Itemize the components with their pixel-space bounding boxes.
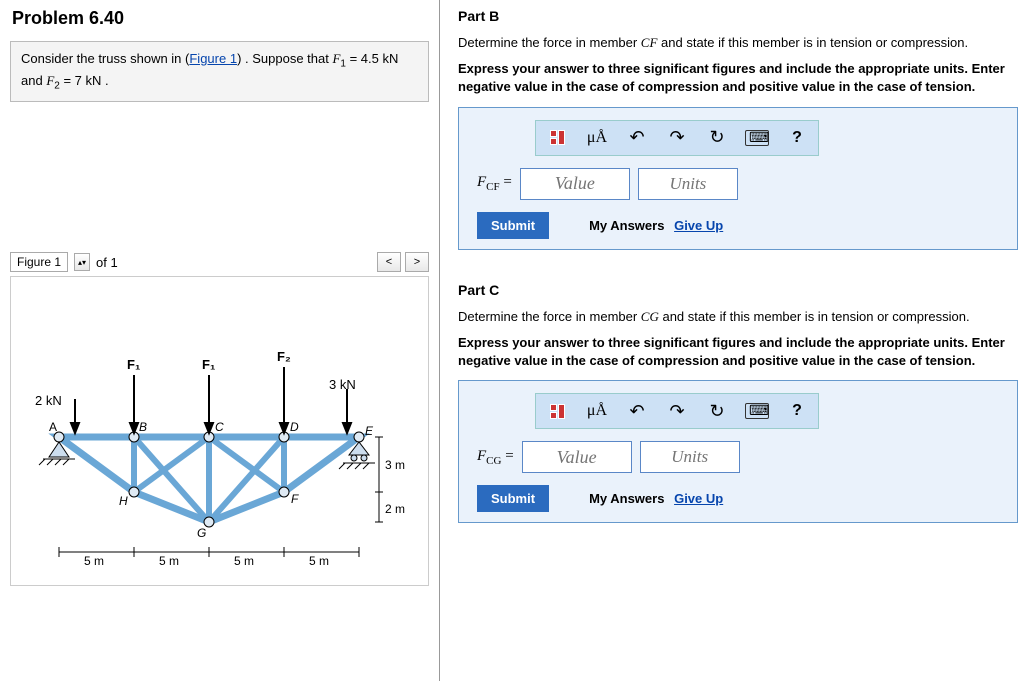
- svg-text:D: D: [290, 420, 299, 434]
- part-b-value-input[interactable]: [520, 168, 630, 200]
- svg-text:F₂: F₂: [277, 349, 291, 364]
- svg-text:G: G: [197, 526, 206, 540]
- part-c-variable: FCG =: [477, 448, 514, 467]
- my-answers-label: My Answers: [589, 491, 664, 506]
- svg-text:E: E: [365, 424, 374, 438]
- figure-of: of 1: [96, 255, 118, 270]
- keyboard-icon[interactable]: [742, 125, 772, 151]
- my-answers-label: My Answers: [589, 218, 664, 233]
- part-b-instruction: Express your answer to three significant…: [458, 60, 1018, 96]
- svg-text:A: A: [49, 420, 57, 434]
- reset-icon[interactable]: [702, 125, 732, 151]
- part-b-units-input[interactable]: [638, 168, 738, 200]
- svg-text:B: B: [139, 420, 147, 434]
- part-c-giveup-link[interactable]: Give Up: [674, 491, 723, 506]
- part-b-submit-button[interactable]: Submit: [477, 212, 549, 239]
- svg-text:3 kN: 3 kN: [329, 377, 356, 392]
- figure-toolbar: Figure 1 ▴▾ of 1 < >: [10, 252, 429, 272]
- keyboard-icon[interactable]: [742, 398, 772, 424]
- truss-diagram: 2 kN F₁ F₁ F₂ 3 kN A B C D E H G F 3 m: [29, 327, 429, 587]
- part-c-units-input[interactable]: [640, 441, 740, 473]
- part-c-submit-button[interactable]: Submit: [477, 485, 549, 512]
- problem-panel: Problem 6.40 Consider the truss shown in…: [0, 0, 440, 681]
- figure-canvas: 2 kN F₁ F₁ F₂ 3 kN A B C D E H G F 3 m: [10, 276, 429, 586]
- svg-text:5 m: 5 m: [159, 554, 179, 568]
- svg-text:H: H: [119, 494, 128, 508]
- figure-spinner[interactable]: ▴▾: [74, 253, 90, 271]
- part-c-value-input[interactable]: [522, 441, 632, 473]
- part-c-answers-area: My Answers Give Up: [589, 491, 723, 506]
- part-c-question: Determine the force in member CG and sta…: [458, 308, 1018, 326]
- part-c-submit-row: Submit My Answers Give Up: [477, 485, 999, 512]
- figure-link[interactable]: Figure 1: [189, 51, 237, 66]
- units-icon[interactable]: μÅ: [582, 125, 612, 151]
- svg-text:C: C: [215, 420, 224, 434]
- redo-icon[interactable]: [662, 125, 692, 151]
- part-b-toolbar: μÅ: [535, 120, 819, 156]
- problem-context: Consider the truss shown in (Figure 1) .…: [10, 41, 429, 102]
- part-c-instruction: Express your answer to three significant…: [458, 334, 1018, 370]
- undo-icon[interactable]: [622, 398, 652, 424]
- part-b-answer-box: μÅ FCF = Submit My Answers Give Up: [458, 107, 1018, 250]
- svg-text:2 m: 2 m: [385, 502, 405, 516]
- problem-title: Problem 6.40: [10, 8, 429, 29]
- svg-text:3 m: 3 m: [385, 458, 405, 472]
- units-icon[interactable]: μÅ: [582, 398, 612, 424]
- part-b-variable: FCF =: [477, 174, 512, 193]
- figure-next-button[interactable]: >: [405, 252, 429, 272]
- svg-text:5 m: 5 m: [309, 554, 329, 568]
- svg-text:2 kN: 2 kN: [35, 393, 62, 408]
- svg-text:F₁: F₁: [202, 357, 215, 372]
- part-b-question: Determine the force in member CF and sta…: [458, 34, 1018, 52]
- svg-text:F: F: [291, 492, 299, 506]
- part-b-answers-area: My Answers Give Up: [589, 218, 723, 233]
- help-icon[interactable]: [782, 398, 812, 424]
- part-c-title: Part C: [458, 282, 1018, 298]
- undo-icon[interactable]: [622, 125, 652, 151]
- template-icon[interactable]: [542, 125, 572, 151]
- redo-icon[interactable]: [662, 398, 692, 424]
- part-c-answer-box: μÅ FCG = Submit My Answers Give Up: [458, 380, 1018, 523]
- figure-prev-button[interactable]: <: [377, 252, 401, 272]
- part-c-toolbar: μÅ: [535, 393, 819, 429]
- svg-text:5 m: 5 m: [234, 554, 254, 568]
- part-b-giveup-link[interactable]: Give Up: [674, 218, 723, 233]
- part-c-equation-row: FCG =: [477, 441, 999, 473]
- reset-icon[interactable]: [702, 398, 732, 424]
- part-b-equation-row: FCF =: [477, 168, 999, 200]
- svg-text:5 m: 5 m: [84, 554, 104, 568]
- part-b-title: Part B: [458, 8, 1018, 24]
- figure-label: Figure 1: [10, 252, 68, 272]
- svg-text:F₁: F₁: [127, 357, 140, 372]
- template-icon[interactable]: [542, 398, 572, 424]
- help-icon[interactable]: [782, 125, 812, 151]
- parts-panel: Part B Determine the force in member CF …: [440, 0, 1024, 681]
- part-b-submit-row: Submit My Answers Give Up: [477, 212, 999, 239]
